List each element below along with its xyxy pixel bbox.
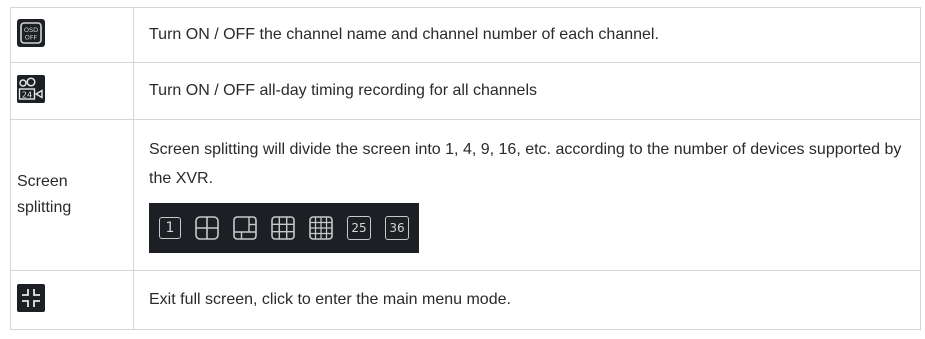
exit-fullscreen-icon[interactable] — [17, 283, 45, 317]
split-6-icon[interactable] — [233, 216, 257, 240]
split-25-icon[interactable]: 25 — [347, 216, 371, 240]
label-cell: Screen splitting — [10, 119, 134, 271]
split-16-icon[interactable] — [309, 216, 333, 240]
split-9-icon[interactable] — [271, 216, 295, 240]
split-36-label: 36 — [389, 221, 405, 235]
table-row: Exit full screen, click to enter the mai… — [10, 270, 921, 330]
timing-24-label: 24 — [22, 90, 32, 99]
split-1-icon[interactable]: 1 — [159, 217, 181, 239]
description-cell: Turn ON / OFF the channel name and chann… — [133, 7, 921, 63]
description-cell: Turn ON / OFF all-day timing recording f… — [133, 62, 921, 120]
timing-record-24-icon[interactable]: 24 — [17, 74, 45, 108]
table-row: Screen splitting Screen splitting will d… — [10, 119, 921, 271]
screen-splitting-label: Screen splitting — [17, 173, 72, 216]
split-1-label: 1 — [165, 220, 175, 236]
split-25-label: 25 — [351, 221, 367, 235]
icon-cell: OSD OFF — [10, 7, 134, 63]
table-row: 24 Turn ON / OFF all-day timing recordin… — [10, 62, 921, 120]
function-table: OSD OFF Turn ON / OFF the channel name a… — [10, 7, 921, 330]
table-row: OSD OFF Turn ON / OFF the channel name a… — [10, 7, 921, 63]
split-36-icon[interactable]: 36 — [385, 216, 409, 240]
exit-fullscreen-description: Exit full screen, click to enter the mai… — [149, 291, 511, 308]
description-cell: Screen splitting will divide the screen … — [133, 119, 921, 271]
split-4-icon[interactable] — [195, 216, 219, 240]
timing-description: Turn ON / OFF all-day timing recording f… — [149, 82, 537, 99]
split-toolbar: 1 25 36 — [149, 203, 419, 253]
description-cell: Exit full screen, click to enter the mai… — [133, 270, 921, 330]
osd-off-icon[interactable]: OSD OFF — [17, 18, 45, 52]
split-description: Screen splitting will divide the screen … — [149, 141, 902, 187]
icon-cell: 24 — [10, 62, 134, 120]
icon-cell — [10, 270, 134, 330]
osd-description: Turn ON / OFF the channel name and chann… — [149, 26, 659, 43]
off-label: OFF — [25, 33, 38, 41]
